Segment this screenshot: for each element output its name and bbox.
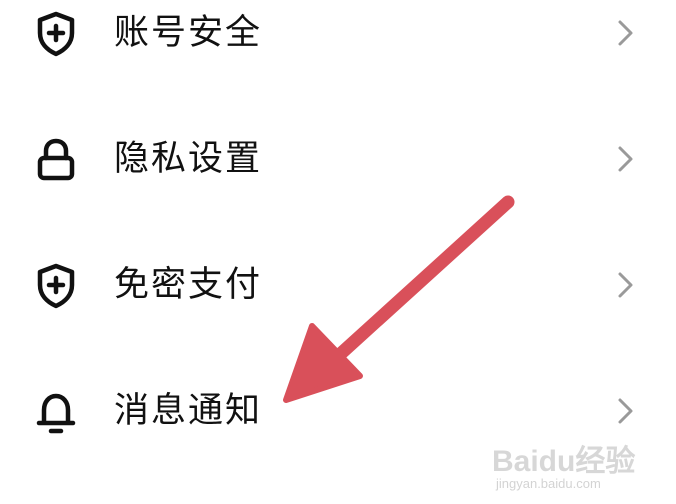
menu-item-label: 免密支付 xyxy=(114,265,263,305)
watermark-url: jingyan.baidu.com xyxy=(496,476,601,491)
shield-plus-icon xyxy=(30,8,82,60)
shield-plus-icon xyxy=(30,260,82,312)
menu-item-label: 隐私设置 xyxy=(114,139,263,179)
menu-item-account-security[interactable]: 账号安全 xyxy=(0,0,676,88)
menu-item-password-free-payment[interactable]: 免密支付 xyxy=(0,230,676,340)
chevron-right-icon xyxy=(612,268,638,302)
chevron-right-icon xyxy=(612,142,638,176)
bell-icon xyxy=(30,386,82,438)
baidu-jingyan-watermark: Baidu经验 jingyan.baidu.com xyxy=(492,436,662,496)
menu-item-label: 消息通知 xyxy=(114,391,263,431)
chevron-right-icon xyxy=(612,394,638,428)
watermark-logo: Baidu经验 xyxy=(492,445,636,478)
menu-item-label: 账号安全 xyxy=(114,13,263,53)
lock-icon xyxy=(30,134,82,186)
chevron-right-icon xyxy=(612,16,638,50)
menu-item-privacy-settings[interactable]: 隐私设置 xyxy=(0,104,676,214)
